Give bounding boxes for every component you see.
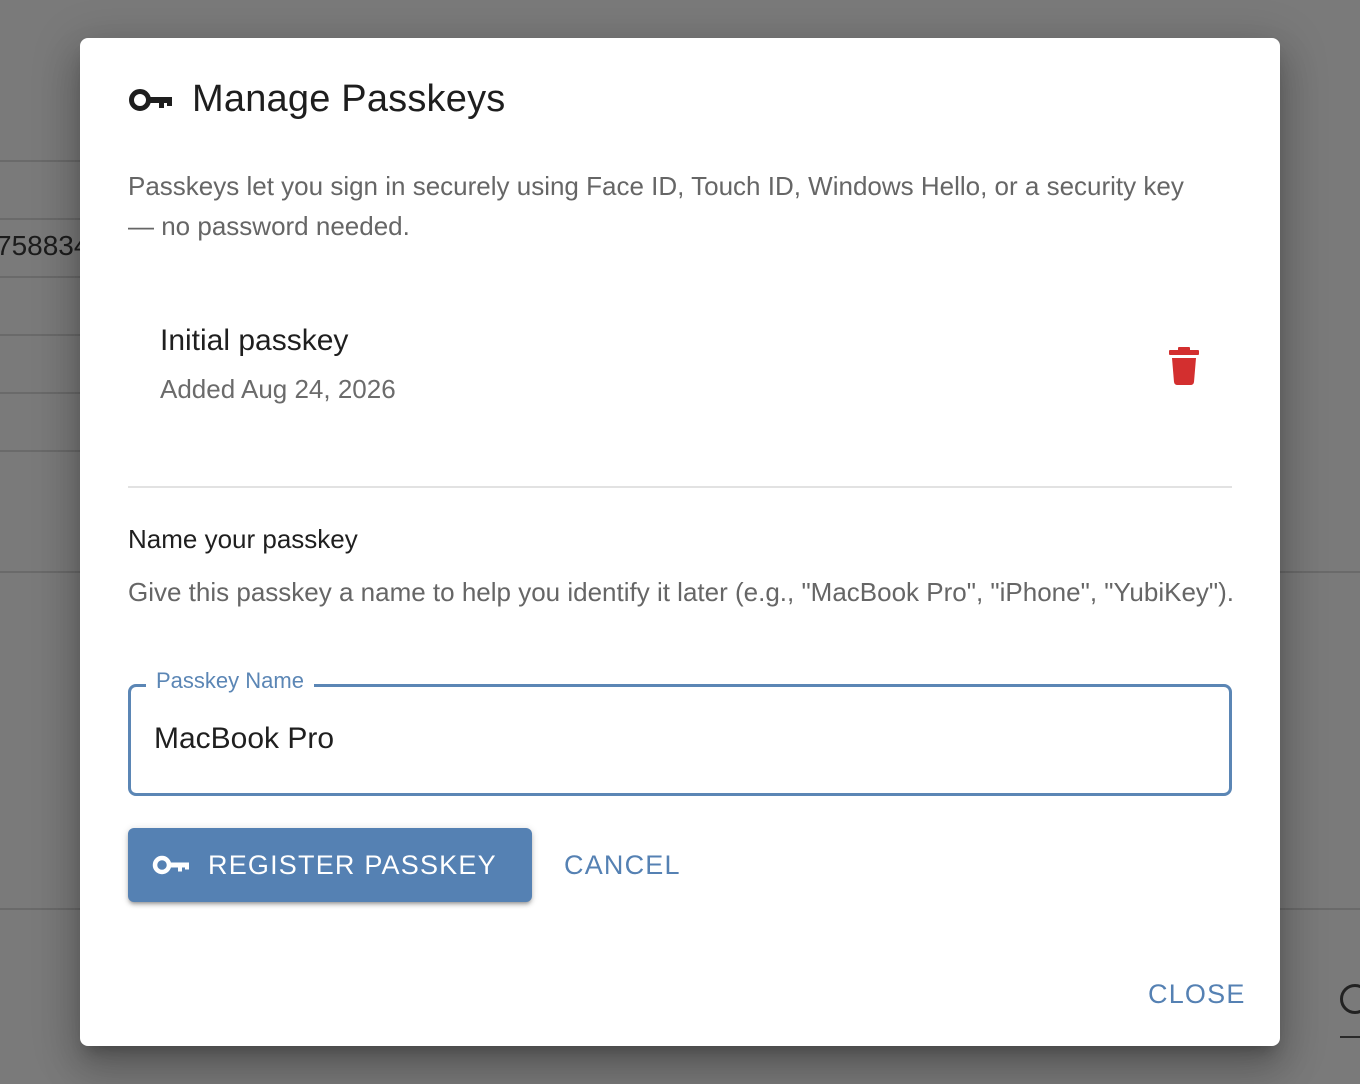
background-divider bbox=[0, 450, 80, 452]
background-divider bbox=[0, 908, 80, 910]
dialog-title-row: Manage Passkeys bbox=[128, 78, 506, 121]
background-divider bbox=[0, 160, 80, 162]
key-icon bbox=[152, 854, 190, 876]
cancel-button[interactable]: CANCEL bbox=[548, 828, 697, 902]
manage-passkeys-dialog: Manage Passkeys Passkeys let you sign in… bbox=[80, 38, 1280, 1046]
register-passkey-label: REGISTER PASSKEY bbox=[208, 849, 497, 880]
passkey-added-date: Added Aug 24, 2026 bbox=[160, 374, 396, 404]
name-section-help-text: Give this passkey a name to help you ide… bbox=[128, 577, 1235, 607]
delete-passkey-button[interactable] bbox=[1164, 344, 1204, 388]
passkey-name: Initial passkey bbox=[160, 324, 349, 357]
section-divider bbox=[128, 486, 1232, 488]
name-section-title: Name your passkey bbox=[128, 524, 358, 554]
background-divider bbox=[0, 218, 80, 220]
close-button[interactable]: CLOSE bbox=[1136, 972, 1258, 1016]
background-divider bbox=[1280, 908, 1360, 910]
background-partial-glyph bbox=[1340, 984, 1360, 1014]
dialog-title: Manage Passkeys bbox=[192, 78, 506, 120]
background-divider bbox=[0, 392, 80, 394]
register-passkey-button[interactable]: REGISTER PASSKEY bbox=[128, 828, 532, 902]
background-divider bbox=[0, 334, 80, 336]
passkey-name-input[interactable] bbox=[154, 718, 1194, 760]
background-divider bbox=[0, 571, 80, 573]
background-divider bbox=[0, 276, 80, 278]
background-divider bbox=[1280, 571, 1360, 573]
passkey-list-item: Initial passkey Added Aug 24, 2026 bbox=[160, 324, 1200, 414]
background-divider bbox=[1340, 1036, 1360, 1038]
key-icon bbox=[128, 87, 174, 113]
trash-icon bbox=[1164, 347, 1204, 392]
passkey-name-field-label: Passkey Name bbox=[146, 668, 314, 694]
background-partial-text: 758834 bbox=[0, 230, 90, 261]
dialog-intro-text: Passkeys let you sign in securely using … bbox=[128, 171, 1184, 241]
